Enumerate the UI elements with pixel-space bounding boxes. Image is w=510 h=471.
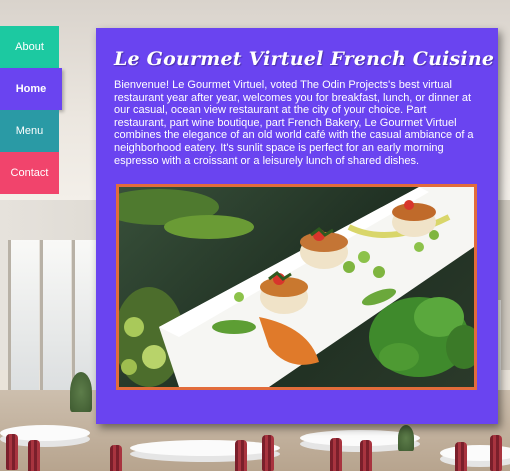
dining-chair [330, 438, 342, 471]
plant [70, 372, 92, 412]
window [8, 240, 39, 390]
nav-tab-home[interactable]: Home [0, 68, 62, 110]
dining-chair [360, 440, 372, 471]
dining-chair [490, 435, 502, 471]
dining-chair [235, 440, 247, 471]
nav-tab-contact[interactable]: Contact [0, 152, 59, 194]
dish-illustration [119, 187, 474, 387]
page-title: Le Gourmet Virtuel French Cuisine [114, 48, 495, 70]
scallop-dish-photo [116, 184, 477, 390]
dining-chair [28, 440, 40, 471]
window [40, 240, 71, 390]
side-navigation: About Home Menu Contact [0, 26, 62, 194]
dining-chair [6, 434, 18, 470]
nav-tab-about[interactable]: About [0, 26, 59, 68]
dining-chair [262, 435, 274, 471]
restaurant-description: Bienvenue! Le Gourmet Virtuel, voted The… [114, 79, 474, 167]
dining-chair [455, 442, 467, 471]
plant [398, 425, 414, 451]
dining-table [130, 440, 280, 456]
dining-chair [110, 445, 122, 471]
nav-tab-menu[interactable]: Menu [0, 110, 59, 152]
home-content-card: Le Gourmet Virtuel French Cuisine Bienve… [96, 28, 498, 424]
